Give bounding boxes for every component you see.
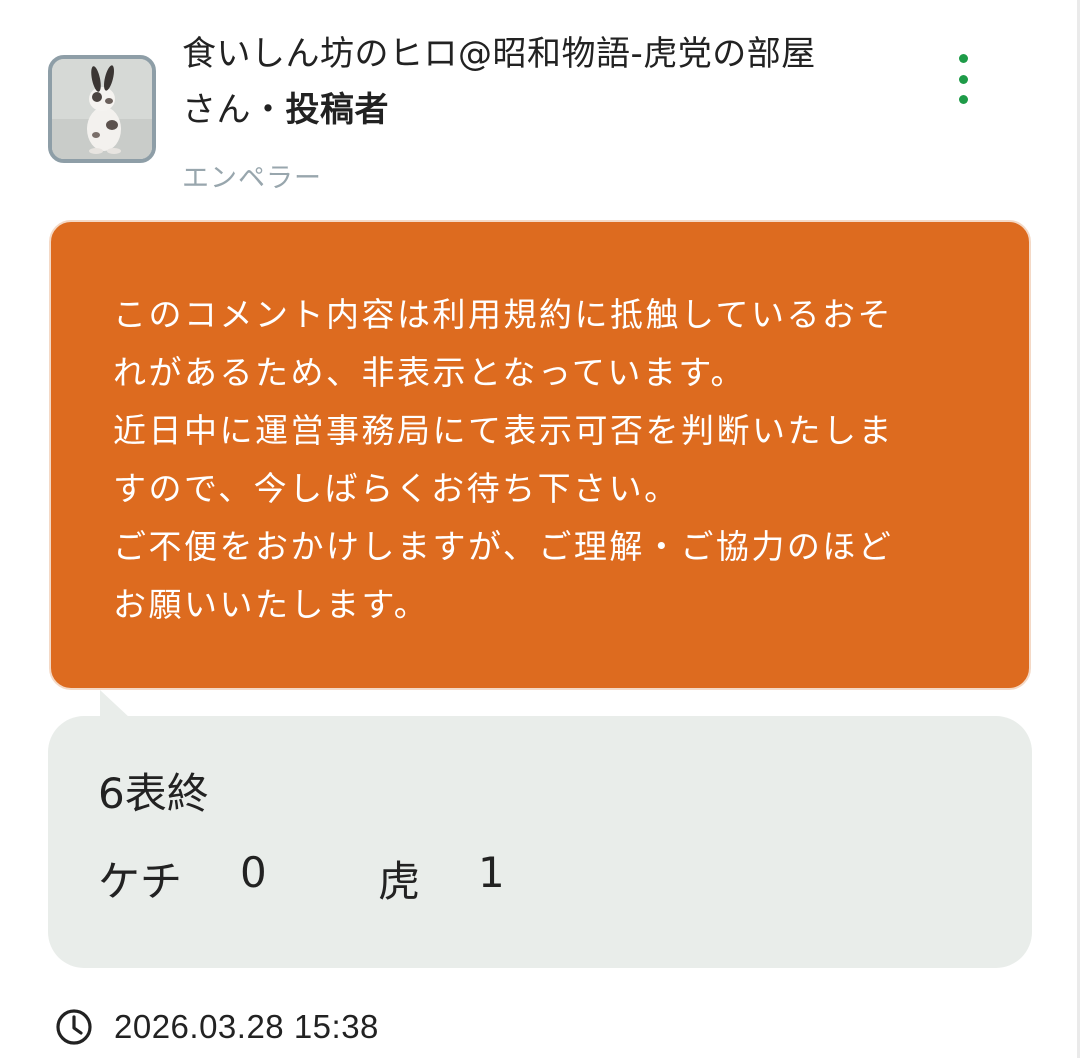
author-name[interactable]: 食いしん坊のヒロ@昭和物語-虎党の部屋 [182, 34, 816, 74]
avatar[interactable] [48, 55, 156, 163]
author-info: 食いしん坊のヒロ@昭和物語-虎党の部屋 さん・投稿者 エンペラー [182, 26, 922, 195]
rabbit-photo-avatar [52, 59, 152, 159]
timestamp-row: 2026.03.28 15:38 [54, 1007, 379, 1047]
post-timestamp: 2026.03.28 15:38 [114, 1008, 379, 1045]
author-honorific: さん・ [182, 90, 286, 130]
inning-status: 6表終 [98, 769, 209, 818]
team1-name: ケチ [98, 857, 183, 906]
author-rank: エンペラー [182, 163, 322, 194]
score-row: ケチ 0 虎 1 [98, 848, 505, 909]
clock-icon [56, 1009, 92, 1045]
more-vertical-icon[interactable] [946, 54, 980, 104]
hidden-comment-notice: このコメント内容は利用規約に抵触しているおそ れがあるため、非表示となっています… [49, 220, 1031, 690]
quoted-comment[interactable]: 6表終 ケチ 0 虎 1 [48, 716, 1032, 968]
menu-dot [958, 74, 968, 84]
menu-dot [958, 95, 968, 104]
team1-score: 0 [240, 848, 267, 897]
menu-dot [958, 54, 968, 63]
notice-text: このコメント内容は利用規約に抵触しているおそ れがあるため、非表示となっています… [113, 295, 894, 624]
team2-name: 虎 [378, 857, 421, 906]
author-name-line[interactable]: 食いしん坊のヒロ@昭和物語-虎党の部屋 さん・投稿者 [182, 26, 922, 138]
comment-page: 食いしん坊のヒロ@昭和物語-虎党の部屋 さん・投稿者 エンペラー このコメント内… [0, 0, 1080, 1058]
team2-score: 1 [478, 848, 505, 897]
poster-badge: 投稿者 [285, 90, 389, 130]
